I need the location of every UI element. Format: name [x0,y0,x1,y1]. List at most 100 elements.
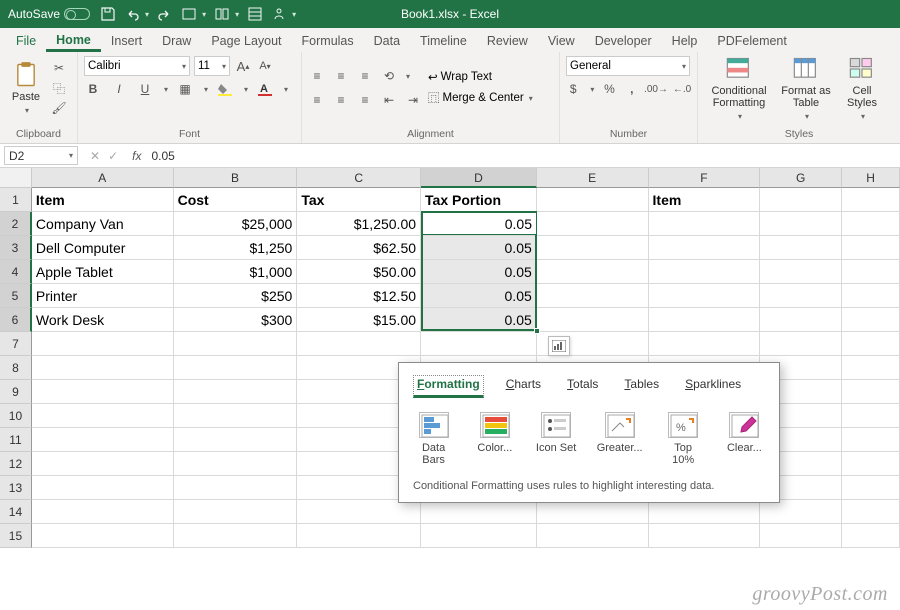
col-header-E[interactable]: E [537,168,649,188]
cell-B1[interactable]: Cost [174,188,298,212]
cell-A10[interactable] [32,404,174,428]
col-header-B[interactable]: B [174,168,298,188]
font-name-select[interactable]: Calibri▾ [84,56,190,76]
cell-D14[interactable] [421,500,537,524]
row-header-6[interactable]: 6 [0,308,32,332]
border-icon[interactable]: ▦ [176,80,194,98]
tab-formulas[interactable]: Formulas [292,30,364,52]
fx-icon[interactable]: fx [126,149,147,163]
align-bottom-icon[interactable]: ≡ [356,67,374,85]
cell-E5[interactable] [537,284,649,308]
popup-opt-data-bars[interactable]: Data Bars [413,412,454,466]
cell-G6[interactable] [760,308,842,332]
redo-icon[interactable] [157,6,173,22]
cell-H2[interactable] [842,212,900,236]
cell-A8[interactable] [32,356,174,380]
copy-icon[interactable]: ⿻ [50,79,68,97]
tab-timeline[interactable]: Timeline [410,30,477,52]
tab-insert[interactable]: Insert [101,30,152,52]
enter-icon[interactable]: ✓ [108,149,118,163]
col-header-A[interactable]: A [32,168,174,188]
currency-icon[interactable]: $ [566,80,580,98]
popup-opt-greater---[interactable]: Greater... [597,412,643,466]
row-header-8[interactable]: 8 [0,356,32,380]
popup-opt-icon-set[interactable]: Icon Set [535,412,576,466]
cell-A9[interactable] [32,380,174,404]
cell-A4[interactable]: Apple Tablet [32,260,174,284]
cut-icon[interactable]: ✂ [50,59,68,77]
paste-button[interactable]: Paste ▾ [6,61,46,115]
tab-help[interactable]: Help [662,30,708,52]
cell-E15[interactable] [537,524,649,548]
number-format-select[interactable]: General▾ [566,56,690,76]
cell-H13[interactable] [842,476,900,500]
col-header-C[interactable]: C [297,168,421,188]
popup-opt-color---[interactable]: Color... [474,412,515,466]
fill-color-icon[interactable] [216,80,234,98]
tab-view[interactable]: View [538,30,585,52]
cell-B9[interactable] [174,380,298,404]
cell-C7[interactable] [297,332,421,356]
cell-H8[interactable] [842,356,900,380]
cell-E1[interactable] [537,188,649,212]
cell-H11[interactable] [842,428,900,452]
cell-E14[interactable] [537,500,649,524]
popup-tab-sparklines[interactable]: Sparklines [681,375,745,398]
increase-font-icon[interactable]: A▴ [234,57,252,75]
cell-A13[interactable] [32,476,174,500]
font-color-icon[interactable]: A [256,80,274,98]
cell-H9[interactable] [842,380,900,404]
undo-icon[interactable] [124,6,140,22]
cancel-icon[interactable]: ✕ [90,149,100,163]
cell-F3[interactable] [649,236,761,260]
cell-C1[interactable]: Tax [297,188,421,212]
cell-D6[interactable]: 0.05 [421,308,537,332]
orientation-icon[interactable]: ⟲ [380,67,398,85]
cell-C6[interactable]: $15.00 [297,308,421,332]
cell-G4[interactable] [760,260,842,284]
tab-pdfelement[interactable]: PDFelement [707,30,796,52]
autosave-toggle[interactable]: AutoSave [8,7,90,21]
cell-B7[interactable] [174,332,298,356]
row-header-9[interactable]: 9 [0,380,32,404]
cell-B12[interactable] [174,452,298,476]
cell-A7[interactable] [32,332,174,356]
toggle-off-icon[interactable] [64,8,90,20]
format-painter-icon[interactable]: 🖌 [50,99,68,117]
tab-developer[interactable]: Developer [585,30,662,52]
tab-home[interactable]: Home [46,29,101,52]
cell-C3[interactable]: $62.50 [297,236,421,260]
cell-G3[interactable] [760,236,842,260]
tab-review[interactable]: Review [477,30,538,52]
qat-icon[interactable] [271,6,287,22]
bold-button[interactable]: B [84,80,102,98]
popup-tab-totals[interactable]: Totals [563,375,602,398]
cell-B6[interactable]: $300 [174,308,298,332]
tab-draw[interactable]: Draw [152,30,201,52]
cell-C15[interactable] [297,524,421,548]
cell-F1[interactable]: Item [649,188,761,212]
cell-A12[interactable] [32,452,174,476]
cell-B14[interactable] [174,500,298,524]
cell-D5[interactable]: 0.05 [421,284,537,308]
tab-file[interactable]: File [6,30,46,52]
cell-B13[interactable] [174,476,298,500]
cell-H7[interactable] [842,332,900,356]
row-header-11[interactable]: 11 [0,428,32,452]
row-header-14[interactable]: 14 [0,500,32,524]
cell-H3[interactable] [842,236,900,260]
cell-F14[interactable] [649,500,761,524]
row-header-2[interactable]: 2 [0,212,32,236]
cell-B3[interactable]: $1,250 [174,236,298,260]
cell-A3[interactable]: Dell Computer [32,236,174,260]
cell-C14[interactable] [297,500,421,524]
cell-A14[interactable] [32,500,174,524]
cell-F7[interactable] [649,332,761,356]
row-header-4[interactable]: 4 [0,260,32,284]
cell-E4[interactable] [537,260,649,284]
font-size-select[interactable]: 11▾ [194,56,230,76]
popup-opt-top-10%[interactable]: %Top 10% [663,412,704,466]
cell-E3[interactable] [537,236,649,260]
qat-icon[interactable] [214,6,230,22]
select-all-corner[interactable] [0,168,32,188]
